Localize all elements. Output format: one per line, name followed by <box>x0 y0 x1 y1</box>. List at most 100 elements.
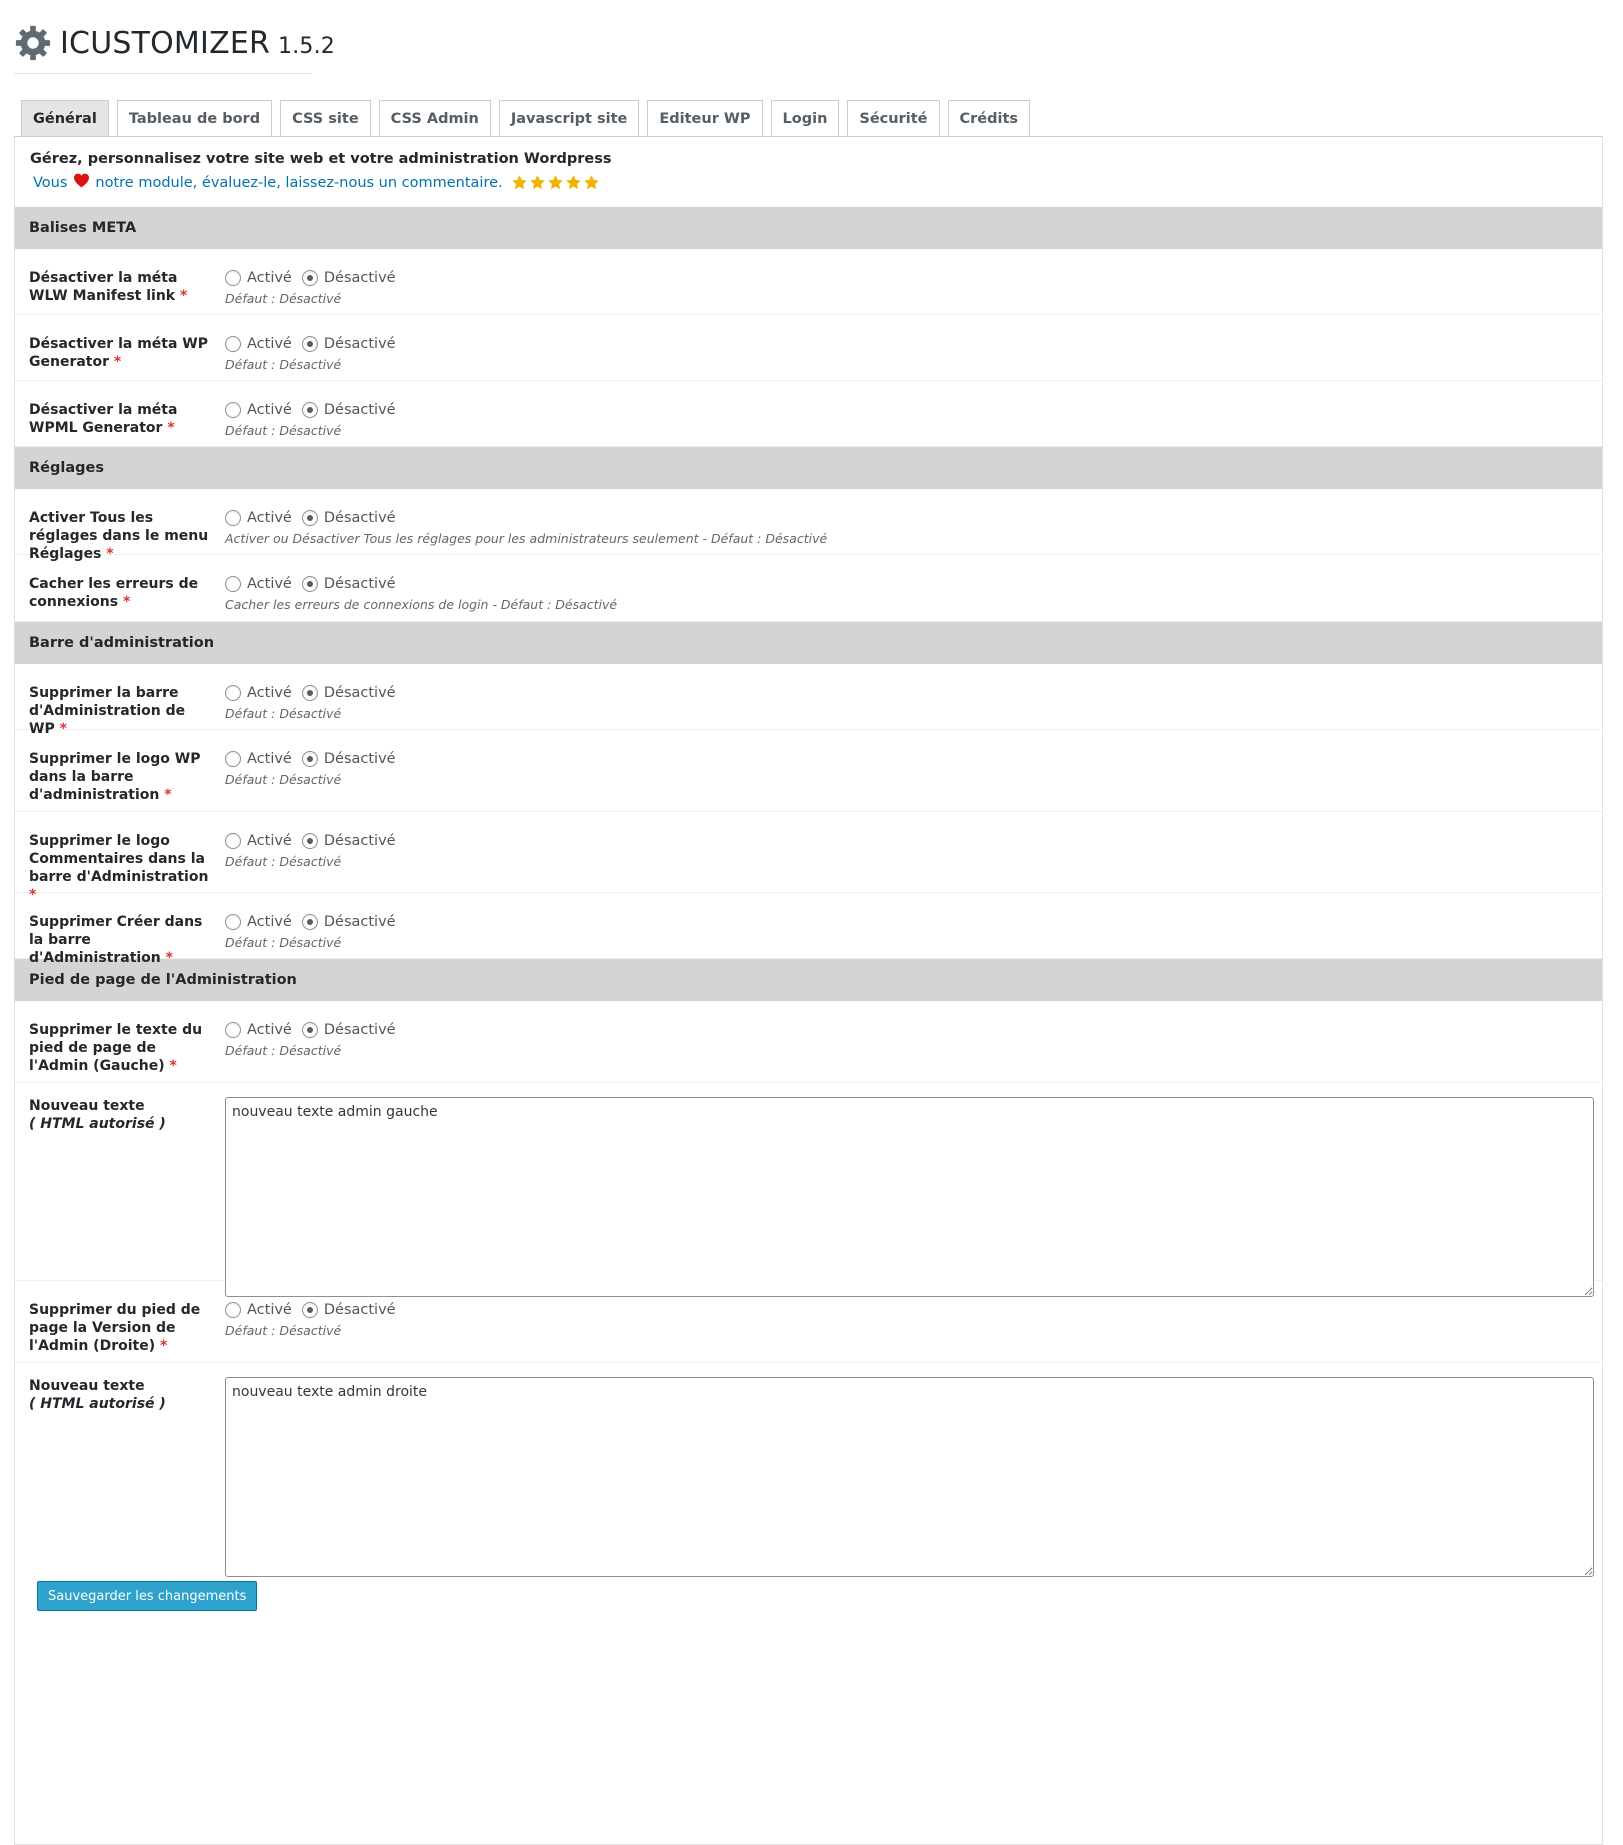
radio-enabled-circle[interactable] <box>225 1022 241 1038</box>
rating-link[interactable]: Vous notre module, évaluez-le, laissez-n… <box>30 173 1602 192</box>
radio-disabled-circle[interactable] <box>301 270 318 286</box>
radio-disabled[interactable]: Désactivé <box>301 914 396 930</box>
radio-enabled-circle[interactable] <box>225 1302 241 1318</box>
setting-row: Désactiver la méta WP Generator * Activé D… <box>15 315 1602 381</box>
radio-disabled[interactable]: Désactivé <box>301 1022 396 1038</box>
setting-field: Activé Désactivé Défaut : Désactivé <box>225 750 1602 811</box>
radio-disabled-circle[interactable] <box>301 833 318 849</box>
radio-label: Désactivé <box>323 270 396 286</box>
radio-disabled-circle[interactable] <box>301 510 318 526</box>
footer-text-input[interactable]: nouveau texte admin droite <box>225 1377 1594 1577</box>
radio-disabled-circle[interactable] <box>301 685 318 701</box>
radio-enabled[interactable]: Activé <box>225 751 292 767</box>
radio-disabled[interactable]: Désactivé <box>301 402 396 418</box>
tab-login[interactable]: Login <box>770 100 840 137</box>
rating-stars[interactable] <box>511 174 600 191</box>
radio-disabled[interactable]: Désactivé <box>301 510 396 526</box>
radio-disabled[interactable]: Désactivé <box>301 270 396 286</box>
required-marker: * <box>101 546 114 562</box>
radio-disabled-circle[interactable] <box>301 402 318 418</box>
radio-enabled-circle[interactable] <box>225 510 241 526</box>
radio-disabled[interactable]: Désactivé <box>301 685 396 701</box>
radio-disabled-circle[interactable] <box>301 576 318 592</box>
radio-enabled-circle[interactable] <box>225 751 241 767</box>
radio-group: Activé Désactivé <box>225 509 1602 527</box>
star-icon[interactable] <box>565 174 582 191</box>
radio-label: Activé <box>247 685 292 701</box>
radio-enabled[interactable]: Activé <box>225 510 292 526</box>
tab-bar: Général Tableau de bord CSS site CSS Admin J… <box>21 100 1031 137</box>
radio-disabled-circle[interactable] <box>301 914 318 930</box>
radio-enabled-circle[interactable] <box>225 833 241 849</box>
star-icon[interactable] <box>529 174 546 191</box>
footer-text-input[interactable]: nouveau texte admin gauche <box>225 1097 1594 1297</box>
setting-label: Supprimer la barre d'Administration de W… <box>29 684 225 737</box>
radio-label: Désactivé <box>323 685 396 701</box>
radio-label: Désactivé <box>323 510 396 526</box>
tab-editeur-wp[interactable]: Editeur WP <box>647 100 763 137</box>
radio-label: Désactivé <box>323 336 396 352</box>
required-marker: * <box>109 354 122 370</box>
setting-field: Activé Désactivé Défaut : Désactivé <box>225 1021 1602 1082</box>
radio-enabled[interactable]: Activé <box>225 1302 292 1318</box>
radio-enabled-circle[interactable] <box>225 685 241 701</box>
tab-css-admin[interactable]: CSS Admin <box>378 100 491 137</box>
required-marker: * <box>159 787 172 803</box>
radio-disabled-circle[interactable] <box>301 1022 318 1038</box>
setting-label: Supprimer le logo WP dans la barre d'adm… <box>29 750 225 811</box>
radio-label: Activé <box>247 1022 292 1038</box>
setting-row: Supprimer le texte du pied de page de l'… <box>15 1001 1602 1083</box>
save-button[interactable]: Sauvegarder les changements <box>37 1581 258 1611</box>
radio-group: Activé Désactivé <box>225 575 1602 593</box>
tab-sécurité[interactable]: Sécurité <box>847 100 940 137</box>
setting-row-textarea: Nouveau texte ( HTML autorisé ) nouveau te… <box>15 1363 1602 1577</box>
star-icon[interactable] <box>583 174 600 191</box>
love-suffix: notre module, évaluez-le, laissez-nous u… <box>95 174 503 191</box>
radio-enabled[interactable]: Activé <box>225 402 292 418</box>
radio-disabled-circle[interactable] <box>301 1302 318 1318</box>
radio-enabled[interactable]: Activé <box>225 914 292 930</box>
setting-field: Activé Désactivé Défaut : Désactivé <box>225 1301 1602 1362</box>
setting-label: Nouveau texte ( HTML autorisé ) <box>29 1097 225 1280</box>
radio-enabled-circle[interactable] <box>225 576 241 592</box>
radio-label: Activé <box>247 510 292 526</box>
radio-enabled-circle[interactable] <box>225 402 241 418</box>
radio-disabled-circle[interactable] <box>301 751 318 767</box>
radio-disabled-circle[interactable] <box>301 336 318 352</box>
setting-sublabel: ( HTML autorisé ) <box>29 1396 166 1412</box>
radio-enabled[interactable]: Activé <box>225 1022 292 1038</box>
radio-disabled[interactable]: Désactivé <box>301 336 396 352</box>
radio-enabled[interactable]: Activé <box>225 336 292 352</box>
star-icon[interactable] <box>547 174 564 191</box>
radio-disabled[interactable]: Désactivé <box>301 576 396 592</box>
app-header: ICUSTOMIZER 1.5.2 <box>14 22 335 74</box>
tab-javascript-site[interactable]: Javascript site <box>498 100 640 137</box>
tab-tableau-de-bord[interactable]: Tableau de bord <box>116 100 273 137</box>
tab-général[interactable]: Général <box>21 100 109 137</box>
radio-disabled[interactable]: Désactivé <box>301 833 396 849</box>
radio-disabled[interactable]: Désactivé <box>301 751 396 767</box>
required-marker: * <box>54 721 67 737</box>
radio-enabled-circle[interactable] <box>225 270 241 286</box>
setting-row: Activer Tous les réglages dans le menu R… <box>15 489 1602 562</box>
radio-group: Activé Désactivé <box>225 913 1602 931</box>
star-icon[interactable] <box>511 174 528 191</box>
radio-disabled[interactable]: Désactivé <box>301 1302 396 1318</box>
setting-label-text: Supprimer le logo Commentaires dans la b… <box>29 833 209 885</box>
tab-crédits[interactable]: Crédits <box>947 100 1031 137</box>
setting-label: Cacher les erreurs de connexions * <box>29 575 225 621</box>
radio-enabled[interactable]: Activé <box>225 270 292 286</box>
radio-label: Désactivé <box>323 576 396 592</box>
radio-enabled-circle[interactable] <box>225 336 241 352</box>
setting-field: Activé Désactivé Défaut : Désactivé <box>225 832 1602 892</box>
radio-enabled[interactable]: Activé <box>225 833 292 849</box>
radio-enabled-circle[interactable] <box>225 914 241 930</box>
radio-group: Activé Désactivé <box>225 1301 1602 1319</box>
radio-enabled[interactable]: Activé <box>225 576 292 592</box>
setting-description: Défaut : Désactivé <box>225 854 342 869</box>
radio-enabled[interactable]: Activé <box>225 685 292 701</box>
tab-css-site[interactable]: CSS site <box>280 100 371 137</box>
setting-description: Défaut : Désactivé <box>225 291 342 306</box>
section-heading: Pied de page de l'Administration <box>15 959 1602 1001</box>
setting-field: nouveau texte admin gauche <box>225 1097 1602 1297</box>
